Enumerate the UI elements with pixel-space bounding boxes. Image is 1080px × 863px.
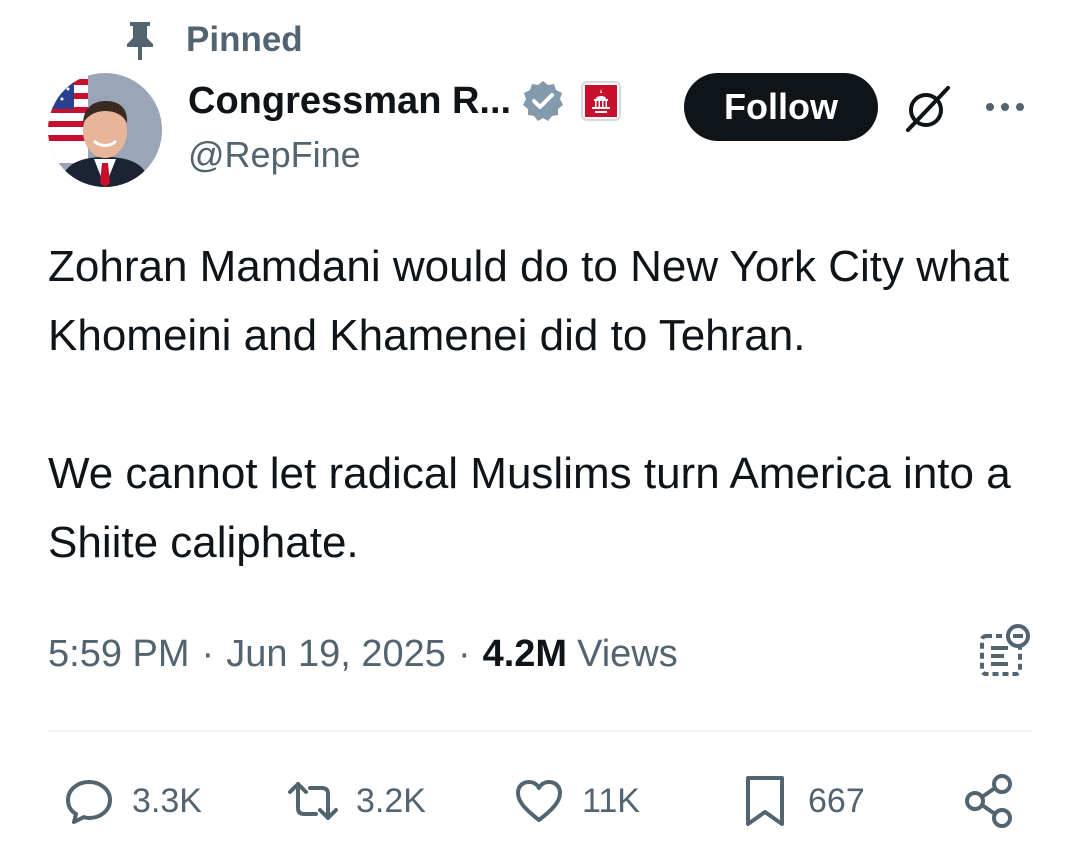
bookmark-count: 667: [808, 781, 865, 820]
tweet-text: Zohran Mamdani would do to New York City…: [48, 232, 1048, 577]
tweet-date[interactable]: Jun 19, 2025: [226, 633, 446, 676]
like-count: 11K: [582, 781, 640, 820]
tweet-meta: 5:59 PM · Jun 19, 2025 · 4.2M Views: [48, 626, 678, 682]
meta-separator: ·: [201, 632, 215, 675]
avatar[interactable]: [48, 73, 162, 187]
heart-icon: [516, 780, 562, 822]
retweet-icon: [288, 782, 338, 820]
verified-badge-icon[interactable]: [521, 79, 565, 123]
pinned-label: Pinned: [186, 20, 303, 59]
tweet-paragraph: We cannot let radical Muslims turn Ameri…: [48, 449, 1011, 567]
reply-icon: [66, 780, 112, 824]
author-display-name[interactable]: Congressman R...: [188, 80, 511, 123]
share-icon[interactable]: [962, 772, 1016, 830]
tweet-time[interactable]: 5:59 PM: [48, 633, 190, 676]
house-gop-badge-icon[interactable]: [581, 81, 622, 121]
follow-button[interactable]: Follow: [684, 73, 878, 141]
tweet-paragraph: Zohran Mamdani would do to New York City…: [48, 242, 1010, 360]
author-handle[interactable]: @RepFine: [188, 134, 361, 176]
meta-separator: ·: [457, 632, 471, 675]
divider: [48, 730, 1032, 732]
bookmark-icon: [746, 776, 784, 826]
retweet-count: 3.2K: [356, 781, 426, 820]
pin-icon: [122, 20, 158, 60]
analytics-icon[interactable]: [978, 624, 1032, 678]
author-name-row: Congressman R...: [188, 76, 622, 126]
bookmark-button[interactable]: 667: [738, 772, 865, 830]
pinned-indicator: Pinned: [122, 18, 303, 62]
retweet-button[interactable]: 3.2K: [286, 772, 426, 830]
like-button[interactable]: 11K: [512, 772, 640, 830]
views-count: 4.2M: [482, 632, 568, 675]
reply-button[interactable]: 3.3K: [62, 772, 202, 830]
more-icon[interactable]: [980, 92, 1030, 122]
grok-icon[interactable]: [902, 82, 954, 134]
reply-count: 3.3K: [132, 781, 202, 820]
views-label: Views: [577, 632, 678, 675]
